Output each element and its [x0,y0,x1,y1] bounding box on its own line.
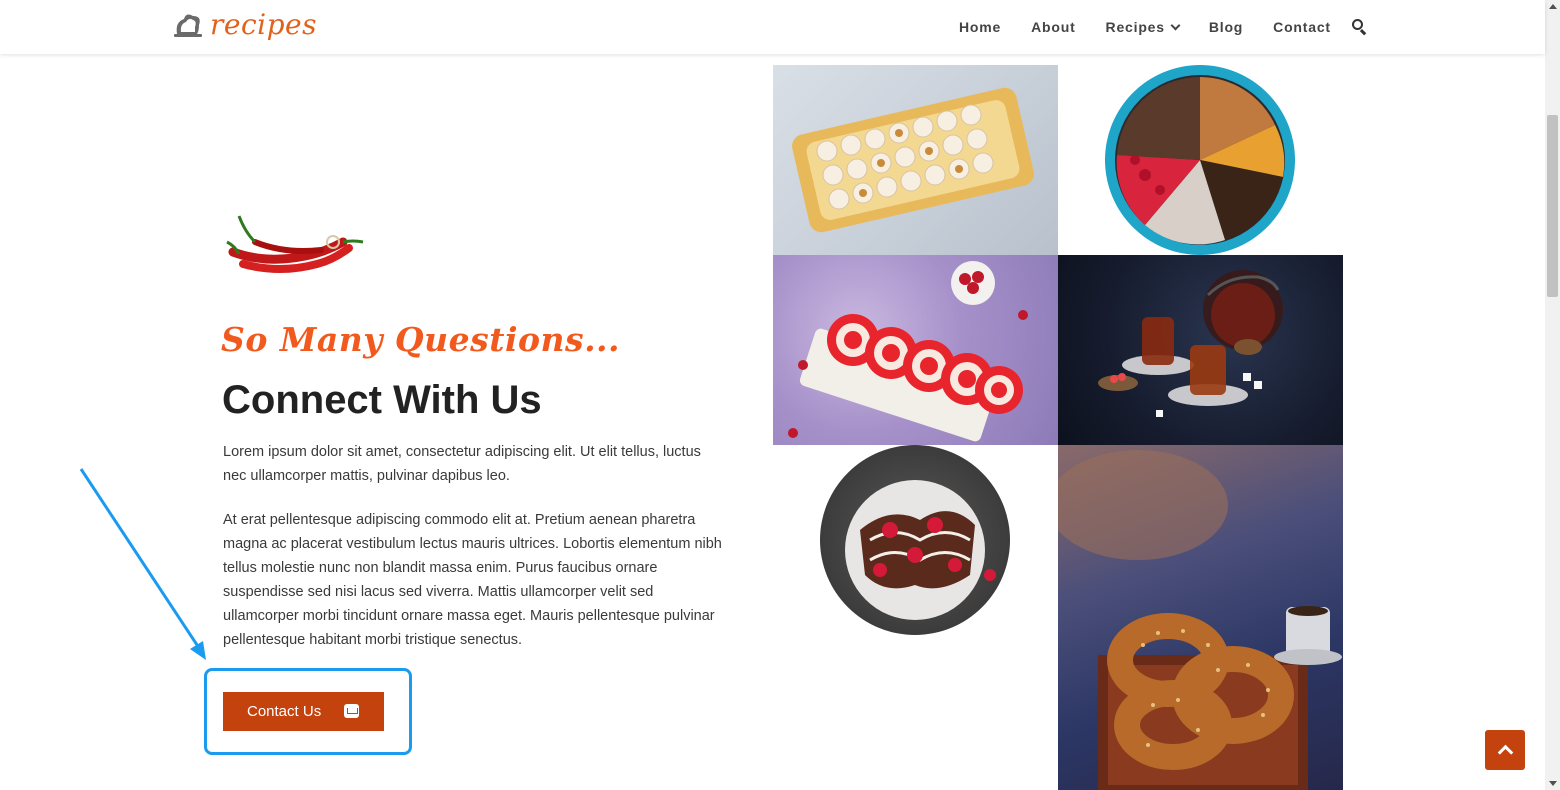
cake-slices-photo [1105,65,1295,255]
nav-home[interactable]: Home [944,19,1016,35]
tagline: So Many Questions... [221,320,621,359]
annotation-highlight-box [204,668,412,755]
nav-about-label: About [1031,19,1076,35]
nav-about[interactable]: About [1016,19,1090,35]
search-icon[interactable] [1351,19,1368,36]
nav-recipes-label: Recipes [1105,19,1165,35]
tea-glasses-photo [1058,255,1343,445]
nav-recipes[interactable]: Recipes [1091,19,1194,35]
intro-paragraph: Lorem ipsum dolor sit amet, consectetur … [223,444,701,484]
nav-contact-label: Contact [1273,19,1331,35]
annotation-arrow [79,468,206,660]
page-heading: Connect With Us [222,378,542,422]
body-paragraph: At erat pellentesque adipiscing commodo … [223,512,722,648]
site-logo[interactable]: recipes [172,8,317,41]
chili-peppers-image [226,215,364,273]
chocolate-crepes-photo [820,445,1010,635]
turkish-delight-photo [773,65,1058,255]
nav-contact[interactable]: Contact [1258,19,1346,35]
scroll-down-arrow-icon[interactable] [1549,781,1557,786]
main-nav: Home About Recipes Blog Contact [944,0,1368,54]
nav-blog-label: Blog [1208,19,1244,35]
scroll-up-arrow-icon[interactable] [1549,4,1557,9]
scroll-to-top-button[interactable] [1485,730,1525,770]
simit-bread-photo [1058,445,1343,790]
logo-text: recipes [210,8,317,41]
nav-home-label: Home [959,19,1002,35]
site-header: recipes Home About Recipes Blog Contact [0,0,1545,54]
chevron-down-icon [1170,20,1181,30]
swiss-roll-photo [773,255,1058,445]
chef-hat-icon [174,14,202,37]
nav-blog[interactable]: Blog [1194,19,1258,35]
scrollbar-thumb[interactable] [1547,115,1558,297]
page-scrollbar[interactable] [1545,0,1560,790]
page: recipes Home About Recipes Blog Contact … [0,0,1560,790]
